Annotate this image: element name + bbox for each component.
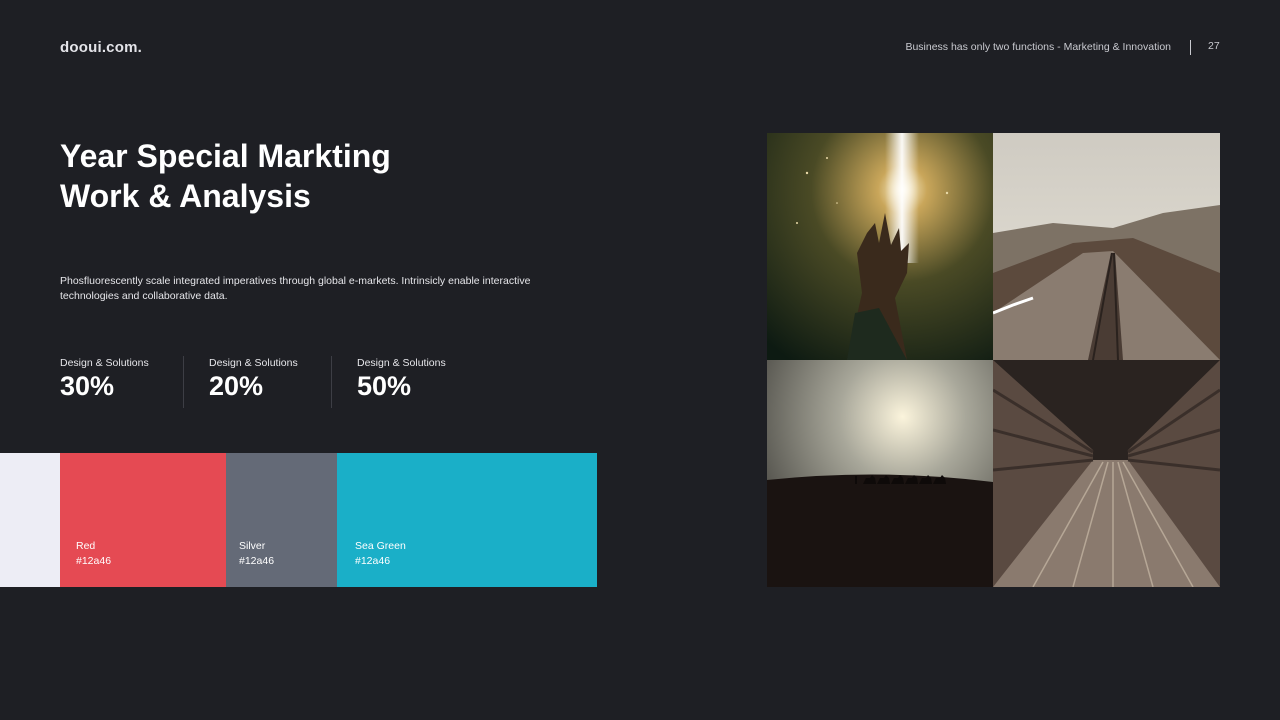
swatch-code: #12a46 (239, 555, 275, 567)
stat-label: Design & Solutions (209, 357, 298, 369)
swatch-name: Red (76, 540, 96, 552)
photo-camel-caravan-image (767, 360, 993, 587)
swatch-white (0, 453, 60, 587)
stat-value: 20% (209, 371, 264, 401)
page-title-line-2: Work & Analysis (60, 178, 311, 214)
photo-hand-light-image (767, 133, 993, 360)
stat-3: Design & Solutions 50% (357, 357, 446, 402)
photo-hand-light (767, 133, 993, 360)
swatch-name: Sea Green (355, 540, 406, 552)
page-title: Year Special Markting Work & Analysis (60, 136, 391, 216)
swatch-sea-green: Sea Green #12a46 (337, 453, 597, 587)
stat-2: Design & Solutions 20% (209, 357, 298, 402)
photo-railway-mountains-image (993, 133, 1220, 360)
page-number: 27 (1208, 40, 1220, 52)
stat-divider (331, 356, 332, 408)
stat-label: Design & Solutions (60, 357, 149, 369)
description: Phosfluorescently scale integrated imper… (60, 275, 531, 302)
swatch-code: #12a46 (355, 555, 391, 567)
stat-value: 30% (60, 371, 115, 401)
page-title-line-1: Year Special Markting (60, 138, 391, 174)
swatch-silver: Silver #12a46 (226, 453, 337, 587)
header-tagline: Business has only two functions - Market… (905, 41, 1171, 53)
header-divider (1190, 40, 1191, 55)
swatch-name: Silver (239, 540, 266, 552)
photo-camel-caravan (767, 360, 993, 587)
photo-wooden-bridge-image (993, 360, 1220, 587)
stat-divider (183, 356, 184, 408)
photo-railway-mountains (993, 133, 1220, 360)
stat-label: Design & Solutions (357, 357, 446, 369)
swatch-red: Red #12a46 (60, 453, 226, 587)
swatch-code: #12a46 (76, 555, 112, 567)
logo: dooui.com. (60, 39, 142, 56)
stat-value: 50% (357, 371, 412, 401)
photo-wooden-bridge (993, 360, 1220, 587)
stat-1: Design & Solutions 30% (60, 357, 149, 402)
